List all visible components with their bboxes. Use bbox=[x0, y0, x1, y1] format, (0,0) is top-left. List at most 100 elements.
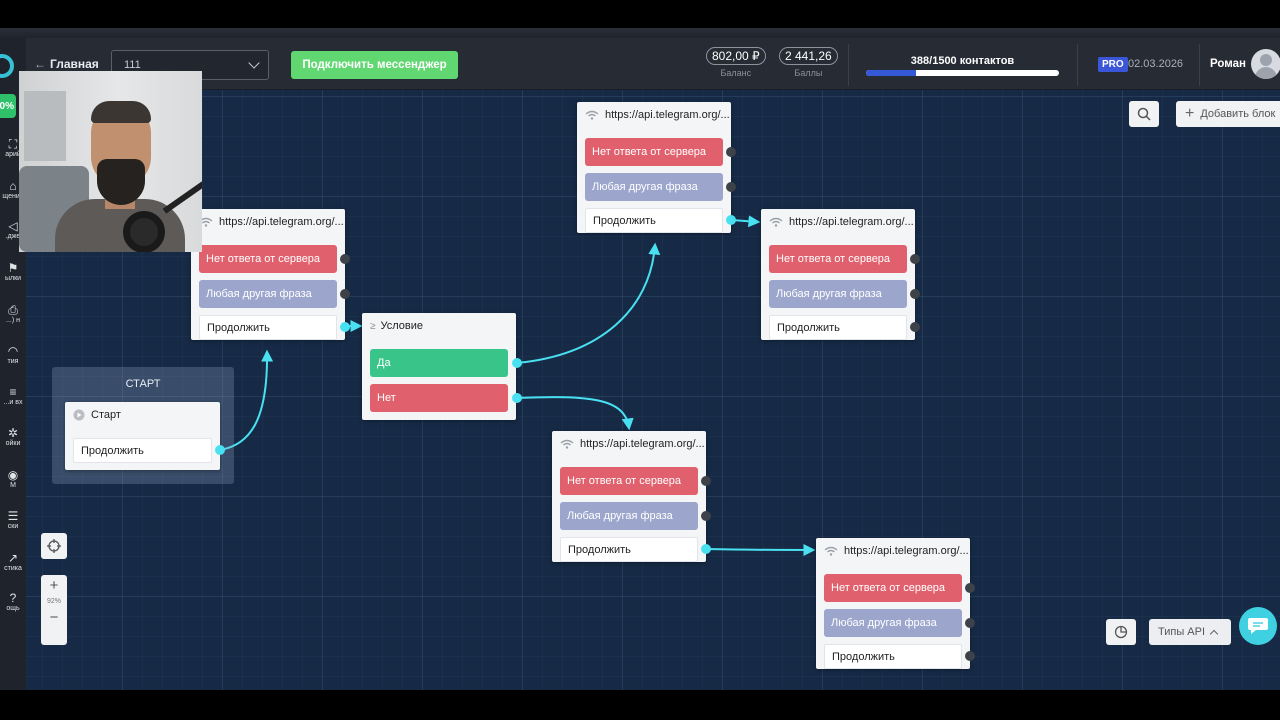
no-response-button[interactable]: Нет ответа от сервера bbox=[560, 467, 698, 495]
api-types-label: Типы API bbox=[1158, 626, 1206, 638]
continue-port[interactable] bbox=[340, 322, 350, 332]
balance-stat[interactable]: 802,00 ₽ Баланс bbox=[706, 47, 766, 78]
continue-row[interactable]: Продолжить bbox=[560, 537, 698, 562]
other-phrase-port[interactable] bbox=[726, 182, 736, 192]
search-button[interactable] bbox=[1129, 101, 1159, 127]
arrow-left-icon: ← bbox=[34, 57, 46, 71]
other-phrase-button[interactable]: Любая другая фраза bbox=[824, 609, 962, 637]
sidebar-item-label: ылки bbox=[4, 275, 22, 282]
api-request-node[interactable]: https://api.telegram.org/... Нет ответа о… bbox=[552, 431, 711, 562]
wifi-icon bbox=[824, 546, 838, 556]
other-phrase-button[interactable]: Любая другая фраза bbox=[199, 280, 337, 308]
crm-icon: ◉ bbox=[7, 468, 19, 482]
start-node-title: Старт bbox=[91, 409, 121, 421]
condition-icon: ≥ bbox=[370, 320, 376, 332]
history-button[interactable] bbox=[1106, 619, 1136, 645]
sidebar-item-crm[interactable]: ◉ M bbox=[0, 469, 26, 490]
user-name[interactable]: Роман bbox=[1210, 58, 1246, 70]
condition-node[interactable]: ≥ Условие Да Нет bbox=[362, 313, 522, 420]
continue-label: Продолжить bbox=[568, 543, 631, 556]
plus-icon: + bbox=[1185, 105, 1195, 122]
center-view-button[interactable] bbox=[41, 533, 67, 559]
sidebar-item-mailing[interactable]: ⚑ ылки bbox=[0, 262, 26, 283]
no-response-port[interactable] bbox=[340, 254, 350, 264]
no-response-port[interactable] bbox=[701, 476, 711, 486]
condition-yes-port[interactable] bbox=[512, 358, 522, 368]
points-stat[interactable]: 2 441,26 Баллы bbox=[779, 47, 838, 78]
no-response-port[interactable] bbox=[965, 583, 975, 593]
other-phrase-button[interactable]: Любая другая фраза bbox=[769, 280, 907, 308]
start-continue-port[interactable] bbox=[215, 445, 225, 455]
start-group-title: СТАРТ bbox=[125, 378, 161, 390]
other-phrase-button[interactable]: Любая другая фраза bbox=[585, 173, 723, 201]
api-request-node[interactable]: https://api.telegram.org/... Нет ответа о… bbox=[191, 209, 350, 340]
no-response-label: Нет ответа от сервера bbox=[592, 146, 707, 158]
sidebar-item-events[interactable]: ◠ тия bbox=[0, 345, 26, 366]
sidebar-item-label: и вх... bbox=[3, 399, 23, 406]
progress-badge[interactable]: 0% bbox=[0, 94, 16, 118]
zoom-in-button[interactable]: + bbox=[41, 575, 67, 597]
condition-no-button[interactable]: Нет bbox=[370, 384, 508, 412]
zoom-out-button[interactable]: − bbox=[41, 607, 67, 629]
no-response-button[interactable]: Нет ответа от сервера bbox=[769, 245, 907, 273]
screen-bottom-border bbox=[0, 690, 1280, 720]
sidebar-item-lists[interactable]: ≡ и вх... bbox=[0, 386, 26, 407]
continue-port[interactable] bbox=[965, 651, 975, 661]
back-to-home-link[interactable]: ← Главная bbox=[34, 57, 99, 71]
no-response-port[interactable] bbox=[910, 254, 920, 264]
continue-row[interactable]: Продолжить bbox=[199, 315, 337, 340]
sidebar-item-settings[interactable]: ✲ ойки bbox=[0, 427, 26, 448]
pro-badge[interactable]: PRO bbox=[1098, 57, 1128, 72]
continue-row[interactable]: Продолжить bbox=[769, 315, 907, 340]
api-request-node[interactable]: https://api.telegram.org/... Нет ответа о… bbox=[577, 102, 736, 233]
api-node-header: https://api.telegram.org/... bbox=[191, 209, 345, 235]
api-types-button[interactable]: Типы API bbox=[1149, 619, 1231, 645]
api-node-title: https://api.telegram.org/... bbox=[844, 545, 969, 557]
continue-port[interactable] bbox=[910, 322, 920, 332]
condition-no-port[interactable] bbox=[512, 393, 522, 403]
no-response-button[interactable]: Нет ответа от сервера bbox=[585, 138, 723, 166]
sidebar-item-label: н (... bbox=[6, 317, 20, 324]
api-node-title: https://api.telegram.org/... bbox=[789, 216, 914, 228]
no-response-button[interactable]: Нет ответа от сервера bbox=[824, 574, 962, 602]
other-phrase-label: Любая другая фраза bbox=[567, 510, 673, 522]
divider bbox=[1199, 44, 1200, 86]
other-phrase-port[interactable] bbox=[701, 511, 711, 521]
start-node[interactable]: Старт Продолжить bbox=[65, 402, 225, 470]
continue-label: Продолжить bbox=[81, 444, 144, 457]
other-phrase-port[interactable] bbox=[340, 289, 350, 299]
api-node-title: https://api.telegram.org/... bbox=[605, 109, 730, 121]
start-continue-row[interactable]: Продолжить bbox=[73, 438, 212, 463]
app-window: ← Главная 111 Подключить мессенджер 802,0… bbox=[0, 0, 1280, 720]
api-request-node[interactable]: https://api.telegram.org/... Нет ответа о… bbox=[761, 209, 920, 340]
other-phrase-port[interactable] bbox=[965, 618, 975, 628]
no-response-button[interactable]: Нет ответа от сервера bbox=[199, 245, 337, 273]
continue-row[interactable]: Продолжить bbox=[824, 644, 962, 669]
browser-tab-strip bbox=[0, 28, 1280, 38]
condition-node-title: Условие bbox=[380, 320, 424, 332]
api-request-node[interactable]: https://api.telegram.org/... Нет ответа о… bbox=[816, 538, 975, 669]
subscription-date: 02.03.2026 bbox=[1128, 58, 1184, 70]
sidebar-item-help[interactable]: ? ощь bbox=[0, 592, 26, 613]
contacts-counter: 388/1500 контактов bbox=[910, 55, 1015, 67]
sidebar-item-lists2[interactable]: ☰ ски bbox=[0, 510, 26, 531]
continue-port[interactable] bbox=[726, 215, 736, 225]
condition-yes-button[interactable]: Да bbox=[370, 349, 508, 377]
add-block-button[interactable]: + Добавить блок bbox=[1176, 101, 1280, 127]
continue-row[interactable]: Продолжить bbox=[585, 208, 723, 233]
sidebar-item-stats[interactable]: ↗ стика bbox=[0, 552, 26, 573]
continue-port[interactable] bbox=[701, 544, 711, 554]
condition-node-header: ≥ Условие bbox=[362, 313, 516, 339]
connect-messenger-button[interactable]: Подключить мессенджер bbox=[291, 51, 458, 79]
other-phrase-port[interactable] bbox=[910, 289, 920, 299]
sidebar-item-shop[interactable]: ⎙ н (... bbox=[0, 304, 26, 325]
user-avatar[interactable] bbox=[1251, 49, 1280, 79]
support-chat-button[interactable] bbox=[1239, 607, 1277, 645]
stats-icon: ↗ bbox=[7, 551, 19, 565]
no-response-port[interactable] bbox=[726, 147, 736, 157]
sidebar-item-label: стика bbox=[4, 565, 22, 572]
search-icon bbox=[1137, 107, 1151, 121]
no-response-label: Нет ответа от сервера bbox=[567, 475, 682, 487]
other-phrase-button[interactable]: Любая другая фраза bbox=[560, 502, 698, 530]
contacts-progress-fill bbox=[866, 70, 916, 76]
